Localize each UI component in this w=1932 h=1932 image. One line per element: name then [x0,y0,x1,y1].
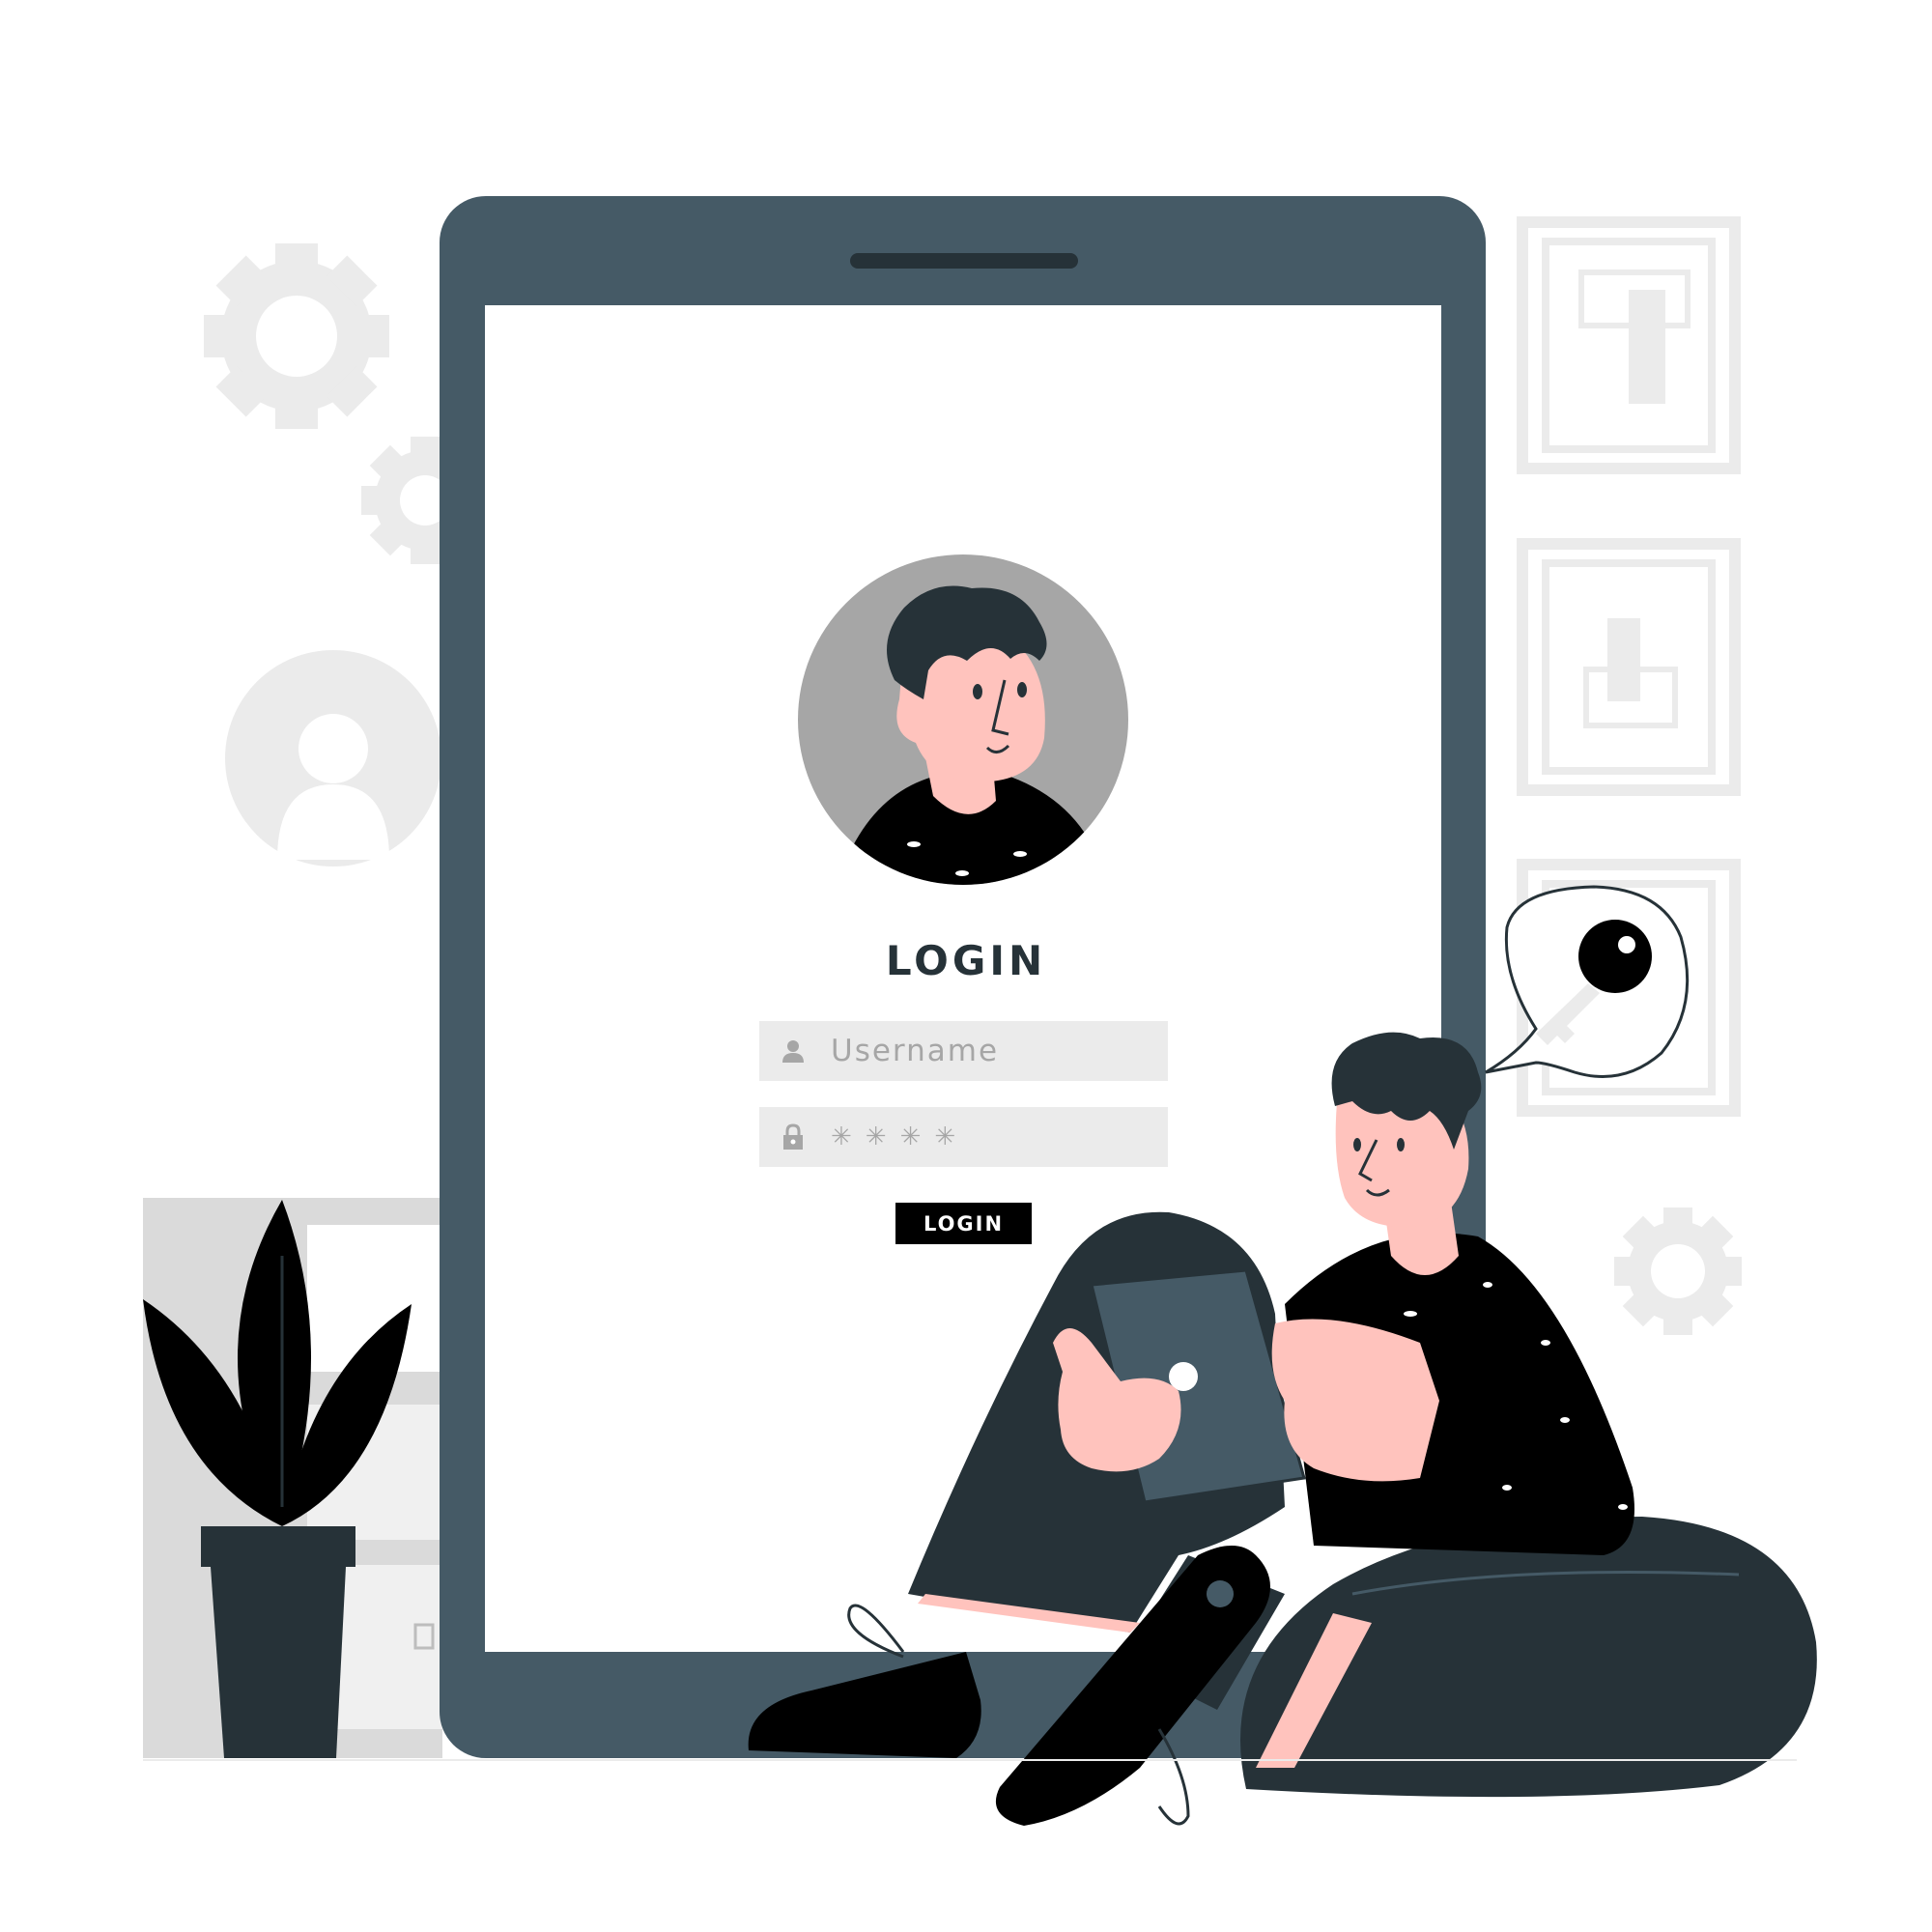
cabinet [143,1198,442,1758]
window-panel [1517,538,1741,796]
password-field[interactable]: ✳✳✳✳ [759,1107,1168,1167]
password-mask[interactable]: ✳✳✳✳ [831,1122,969,1151]
login-title: LOGIN [885,937,1047,984]
user-circle-icon [225,650,441,867]
user-avatar [798,554,1128,885]
window-panel [1517,216,1741,474]
tablet-speaker [850,253,1078,269]
username-input[interactable] [831,1034,1150,1068]
illustration-scene: LOGIN ✳✳✳✳ LOGIN [0,0,1932,1932]
user-icon [779,1037,808,1065]
window-panel [1517,859,1741,1117]
gear-icon [204,243,389,429]
username-field[interactable] [759,1021,1168,1081]
lock-icon [779,1122,808,1151]
gear-icon [1614,1208,1742,1335]
login-button[interactable]: LOGIN [895,1203,1032,1244]
